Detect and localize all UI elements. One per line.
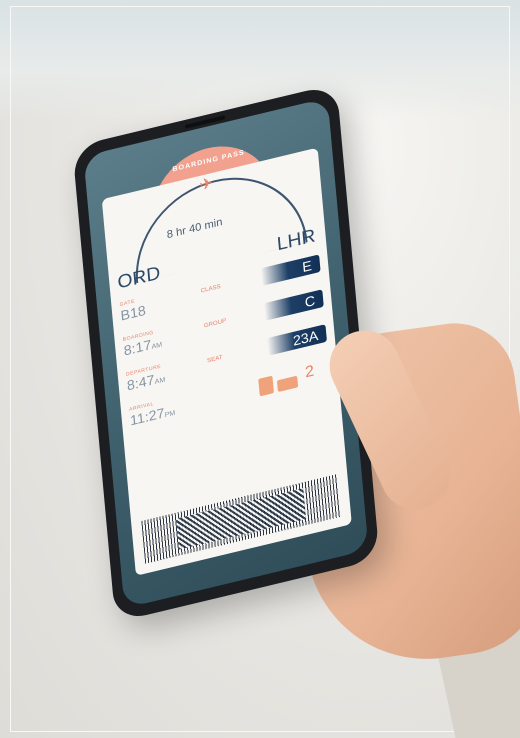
class-value: E	[260, 254, 321, 286]
phone-screen[interactable]: BOARDING PASS ✈ 8 hr 40 min ORD LHR GATE…	[83, 97, 369, 609]
suitcase-icon	[258, 375, 274, 397]
airplane-icon: ✈	[198, 174, 214, 195]
photo-scene: BOARDING PASS ✈ 8 hr 40 min ORD LHR GATE…	[0, 0, 520, 738]
bag-icon	[276, 375, 299, 393]
qr-code	[176, 488, 307, 550]
barcode	[141, 474, 341, 564]
group-label: GROUP	[203, 318, 227, 330]
boarding-pass-card: ✈ 8 hr 40 min ORD LHR GATE B18 CLASS E B…	[101, 147, 352, 576]
seat-label: SEAT	[206, 354, 223, 365]
bag-count: 2	[304, 362, 315, 382]
class-label: CLASS	[200, 283, 221, 295]
